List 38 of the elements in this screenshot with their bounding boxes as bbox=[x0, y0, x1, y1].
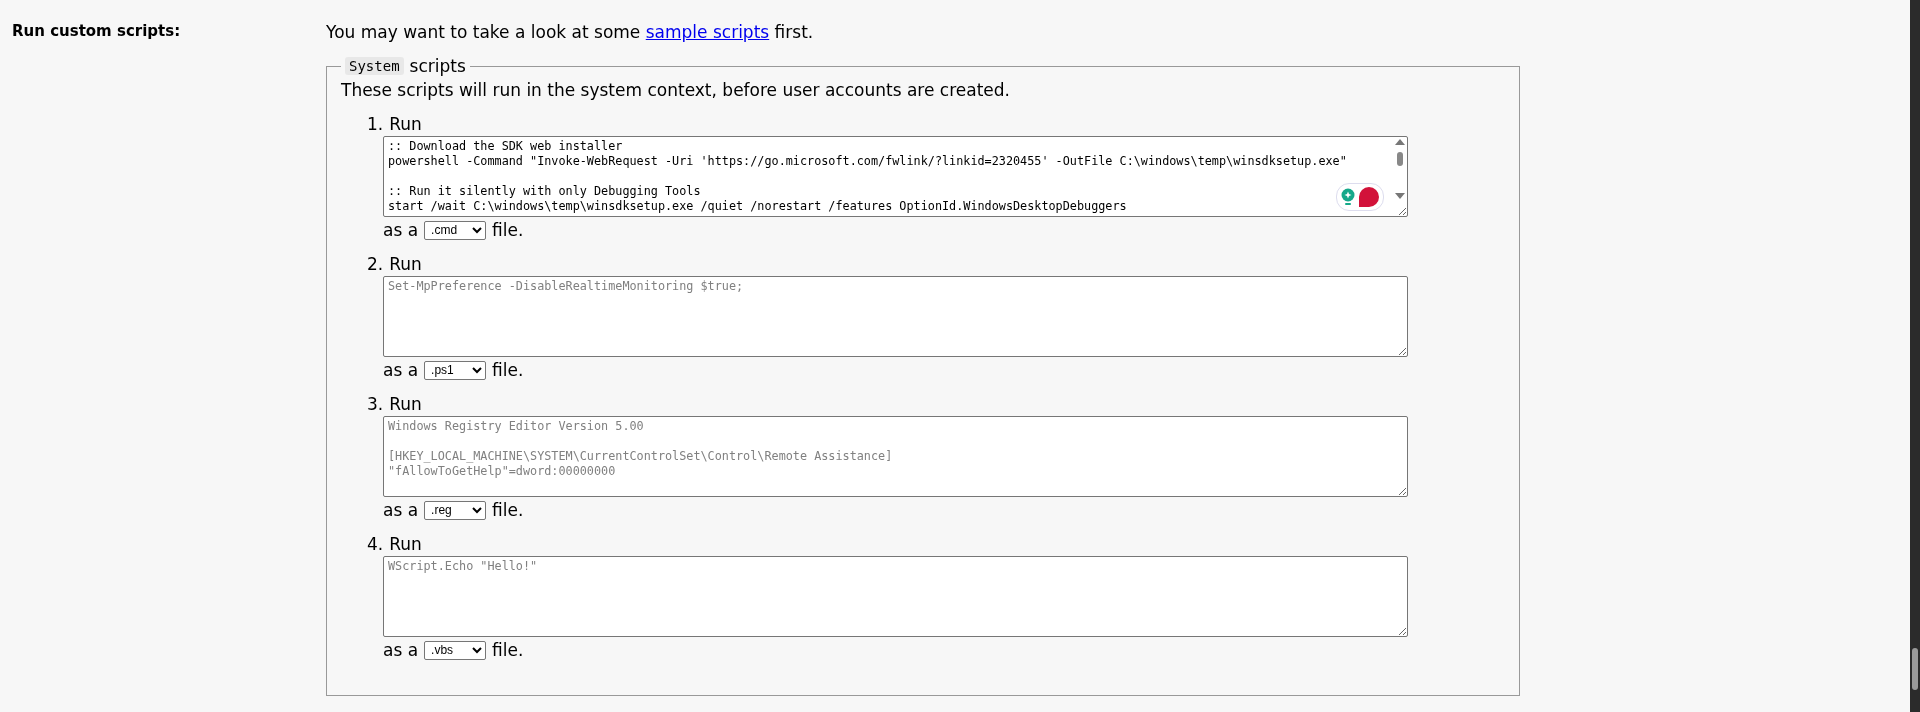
scrollbar-thumb[interactable] bbox=[1912, 648, 1918, 690]
item-heading: Run bbox=[389, 394, 422, 414]
extension-select[interactable]: .ps1 bbox=[424, 360, 487, 380]
suffix-text: file. bbox=[492, 640, 524, 660]
script-field[interactable]: :: Download the SDK web installer powershell -Command "Invoke-WebRequest -Uri 'https://go.microsoft.com/fwlink/?linkid=2320455' -OutFile C:\windows\temp\winsdksetup.exe" :: Run it silently with only Debugging Tools start /wait C:\windows\temp\winsdksetup.exe /quiet /norestart /features OptionId.WindowsDesktopDebuggers bbox=[383, 136, 1408, 217]
extension-select[interactable]: .cmd bbox=[424, 220, 487, 240]
extension-select[interactable]: .vbs bbox=[424, 640, 487, 660]
item-number: 2. bbox=[367, 254, 384, 274]
prefix-text: as a bbox=[383, 640, 419, 660]
prefix-text: as a bbox=[383, 220, 419, 240]
scroll-thumb-icon[interactable] bbox=[1397, 152, 1403, 166]
field-label: Run custom scripts: bbox=[11, 21, 182, 42]
script-field[interactable]: WScript.Echo "Hello!" bbox=[383, 556, 1408, 637]
scroll-down-icon[interactable] bbox=[1395, 193, 1405, 199]
script-field[interactable]: Set-MpPreference -DisableRealtimeMonitoring $true; bbox=[383, 276, 1408, 357]
prefix-text: as a bbox=[383, 500, 419, 520]
lightbulb-icon[interactable] bbox=[1341, 188, 1355, 206]
item-heading: Run bbox=[389, 114, 422, 134]
prefix-text: as a bbox=[383, 360, 419, 380]
page-scrollbar[interactable] bbox=[1910, 0, 1920, 712]
item-number: 3. bbox=[367, 394, 384, 414]
assistant-widget[interactable] bbox=[1336, 183, 1384, 211]
item-heading: Run bbox=[389, 254, 422, 274]
suffix-text: file. bbox=[492, 360, 524, 380]
scroll-up-icon[interactable] bbox=[1395, 139, 1405, 145]
script-field[interactable]: Windows Registry Editor Version 5.00 [HKEY_LOCAL_MACHINE\SYSTEM\CurrentControlSet\Control\Remote Assistance] "fAllowToGetHelp"=dword:00000000 bbox=[383, 416, 1408, 497]
intro-text: You may want to take a look at some sample scripts first. bbox=[326, 21, 815, 42]
item-number: 1. bbox=[367, 114, 384, 134]
item-number: 4. bbox=[367, 534, 384, 554]
blob-icon[interactable] bbox=[1359, 187, 1379, 207]
suffix-text: file. bbox=[492, 220, 524, 240]
suffix-text: file. bbox=[492, 500, 524, 520]
description-text: These scripts will run in the system context, before user accounts are created. bbox=[341, 80, 1011, 100]
legend-code: System bbox=[345, 57, 404, 75]
extension-select[interactable]: .reg bbox=[424, 500, 487, 520]
item-heading: Run bbox=[389, 534, 422, 554]
sample-scripts-link[interactable]: sample scripts bbox=[645, 22, 770, 42]
legend-text: scripts bbox=[409, 56, 466, 76]
